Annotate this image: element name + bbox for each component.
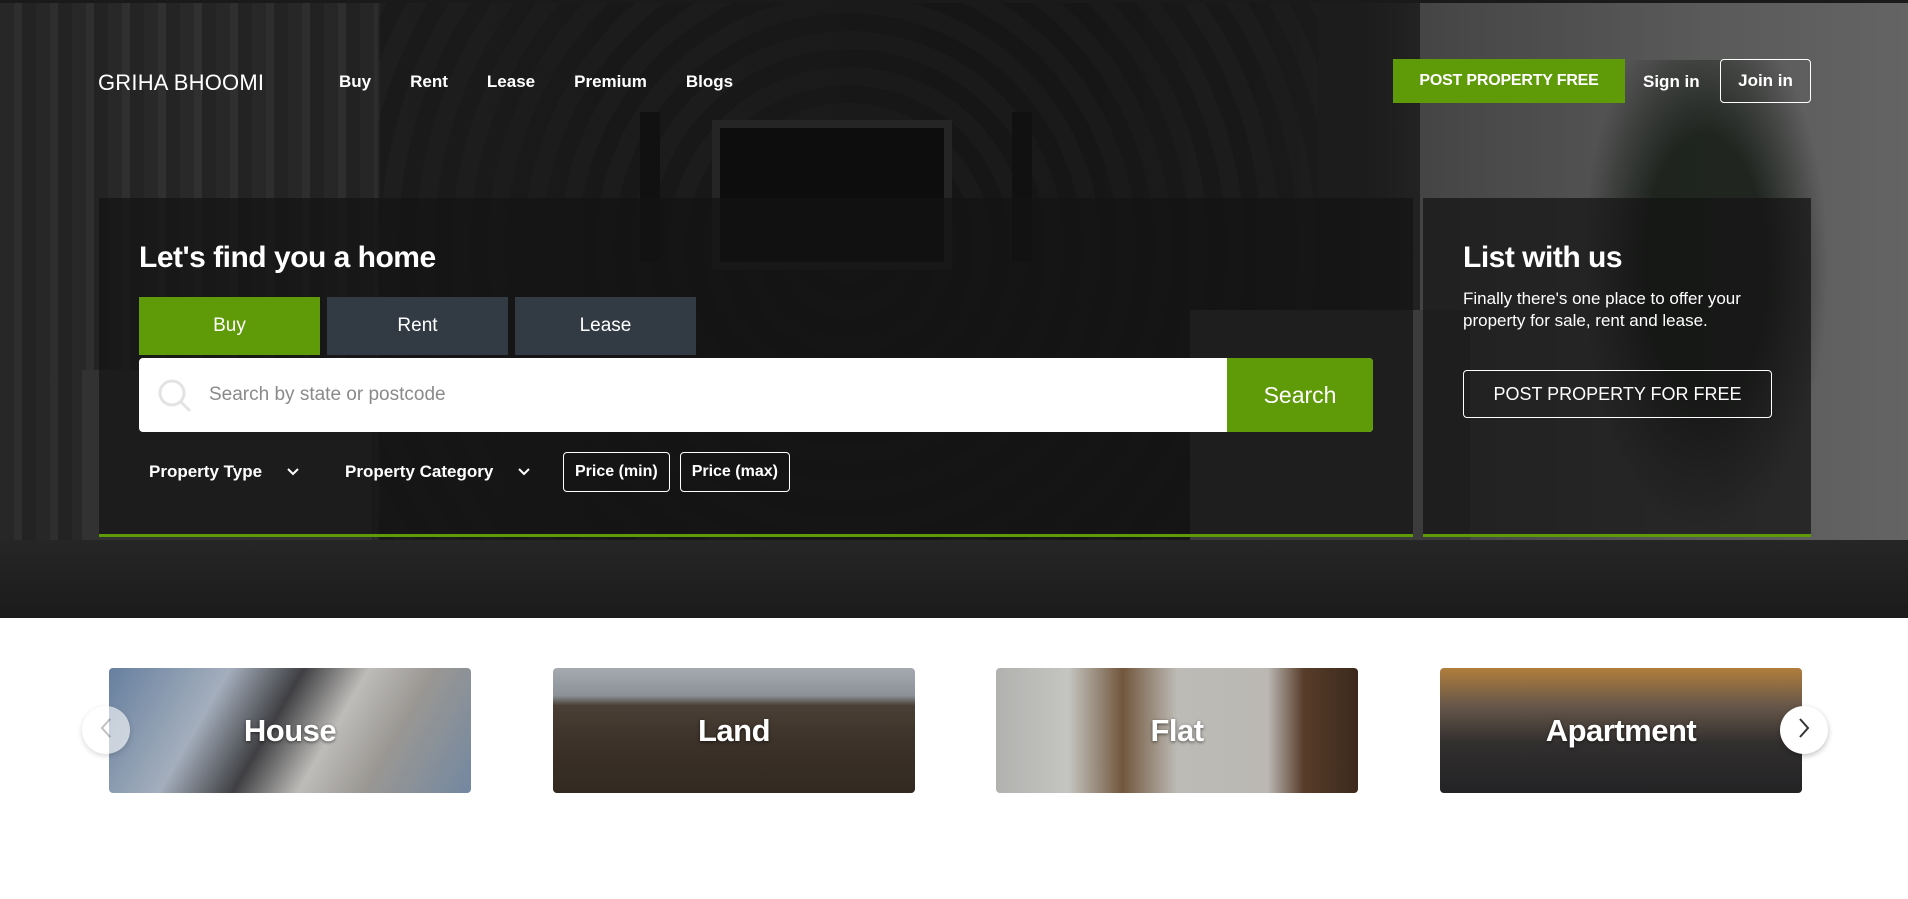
tab-rent[interactable]: Rent [327,297,508,355]
price-max-button[interactable]: Price (max) [679,452,790,492]
search-input[interactable] [209,358,1227,432]
hero-banner: GRIHA BHOOMI Buy Rent Lease Premium Blog… [0,0,1908,618]
search-title: Let's find you a home [139,241,436,274]
chevron-down-icon [517,462,531,482]
nav-item-buy[interactable]: Buy [339,72,371,92]
search-panel: Let's find you a home Buy Rent Lease Sea… [99,198,1413,537]
category-card-land[interactable]: Land [553,668,915,793]
category-label: House [243,712,337,748]
property-category-dropdown[interactable]: Property Category [335,462,563,482]
property-type-dropdown[interactable]: Property Type [139,462,335,482]
search-filters: Property Type Property Category Price (m… [139,452,800,492]
nav-item-lease[interactable]: Lease [487,72,535,92]
category-label: Apartment [1545,712,1697,748]
tab-buy[interactable]: Buy [139,297,320,355]
chevron-right-icon [1797,717,1811,744]
price-min-button[interactable]: Price (min) [563,452,670,492]
category-card-flat[interactable]: Flat [996,668,1358,793]
category-card-apartment[interactable]: Apartment [1440,668,1802,793]
category-carousel: House Land Flat Apartment [0,668,1908,793]
carousel-next-button[interactable] [1780,706,1828,754]
list-title: List with us [1463,241,1623,274]
category-label: Flat [1150,712,1204,748]
list-with-us-panel: List with us Finally there's one place t… [1423,198,1811,537]
search-bar: Search [139,358,1373,432]
property-category-label: Property Category [345,462,494,481]
category-label: Land [697,712,771,748]
search-tabs: Buy Rent Lease [139,297,703,355]
category-card-house[interactable]: House [109,668,471,793]
nav-item-premium[interactable]: Premium [574,72,647,92]
list-description: Finally there's one place to offer your … [1463,289,1741,330]
nav-item-rent[interactable]: Rent [410,72,448,92]
property-type-label: Property Type [149,462,263,481]
carousel-prev-button[interactable] [82,706,130,754]
main-nav: Buy Rent Lease Premium Blogs [339,72,772,92]
post-property-button[interactable]: POST PROPERTY FREE [1393,59,1625,103]
search-button[interactable]: Search [1227,358,1373,432]
top-border [0,0,1908,3]
chevron-left-icon [99,717,113,744]
search-icon [139,358,209,432]
site-logo[interactable]: GRIHA BHOOMI [98,70,264,96]
chevron-down-icon [286,462,300,482]
join-in-button[interactable]: Join in [1720,59,1811,103]
post-property-for-free-button[interactable]: POST PROPERTY FOR FREE [1463,370,1772,418]
nav-item-blogs[interactable]: Blogs [686,72,733,92]
sign-in-link[interactable]: Sign in [1643,72,1700,92]
tab-lease[interactable]: Lease [515,297,696,355]
